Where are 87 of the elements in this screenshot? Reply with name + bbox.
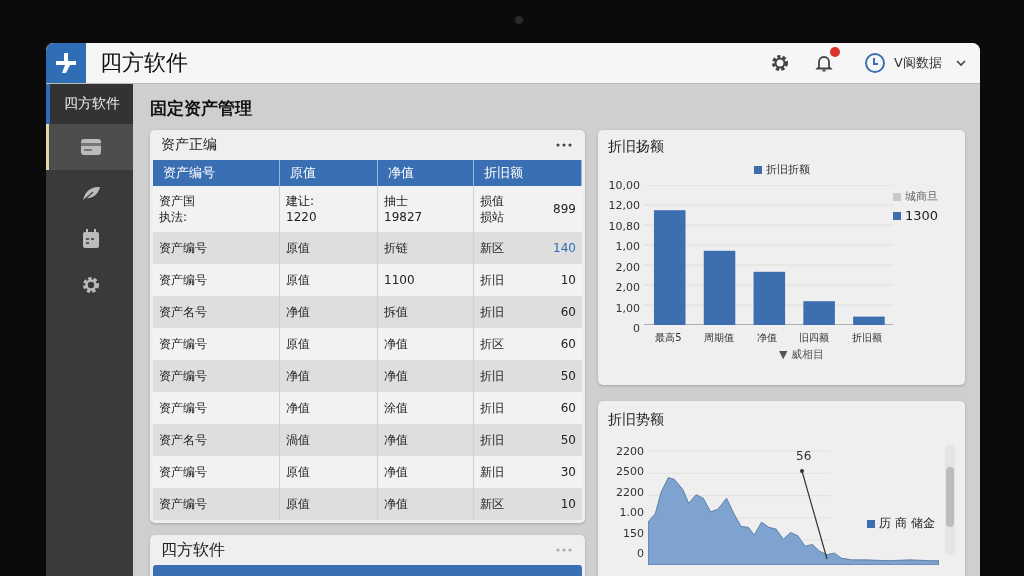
table-cell: 损值 [480,192,504,209]
table-cell: 原值 [286,335,310,353]
table-cell: 原值 [286,239,310,257]
table-cell: 资产名号 [159,431,207,449]
table-cell: 拆值 [384,303,408,321]
table-cell: 资产编号 [159,271,207,289]
table-cell: 原值 [286,271,310,289]
table-cell-text: 抽士 [384,192,409,209]
table-cell: 1220 [286,209,317,226]
user-menu[interactable]: V阆数据 [894,54,942,72]
page-title: 固定资产管理 [150,97,253,120]
amount-text: 30 [560,463,576,481]
table-cell: 资产编号 [159,239,207,257]
table-cell: 折旧 [480,367,504,385]
amount-text: 60 [560,399,576,417]
app-title: 四方软件 [100,49,188,77]
table-cell: 资产编号 [159,335,207,353]
table-cell: 新区 [480,495,504,513]
axis-label: 1,00 [614,240,640,254]
axis-label: 2,00 [614,281,640,295]
axis-label: 10,80 [608,219,640,233]
legend-label: 1300 [905,208,939,223]
table-cell: 原值 [286,495,310,513]
axis-label: 0 [636,546,644,560]
axis-label: 2,00 [614,260,640,274]
amount-text: 899 [553,200,576,218]
axis-label: 150 [622,526,644,540]
axis-label: 2500 [615,465,644,479]
amount-text: 10 [560,271,576,289]
table-cell-text: 执法: [159,209,189,226]
axis-label: 旧四额 [799,331,830,345]
table-cell: 折旧 [480,399,504,417]
axis-label: 10,00 [608,179,640,192]
axis-label: 折旧额 [851,331,882,345]
table-cell: 资产编号 [159,399,207,417]
table-cell: 资产名号 [159,303,207,321]
table-cell: 净值 [286,303,310,321]
legend-label: 历 商 储金 [879,515,935,532]
card-title: 资产正编 [161,136,217,154]
axis-label: 2200 [615,445,644,458]
chart-title: 折旧势额 [608,411,664,427]
table-cell: 19827 [384,209,423,226]
table-cell: 新旧 [480,463,504,481]
axis-label: 1.00 [618,506,644,520]
amount-text: 60 [560,303,576,321]
axis-label: 12,00 [608,199,640,213]
axis-label: 0 [632,321,640,335]
table-cell: 1100 [384,271,415,289]
table-cell: 折旧 [480,271,504,289]
axis-label: 2200 [615,485,644,499]
amount-text: 50 [560,431,576,449]
table-cell: 资产编号 [159,367,207,385]
table-cell: 资产编号 [159,463,207,481]
card-title: 四方软件 [161,539,225,561]
table-cell: 涂值 [384,399,408,417]
table-cell: 资产国 [159,192,195,209]
table-cell: 净值 [286,399,310,417]
amount-text: 10 [560,495,576,513]
table-cell: 净值 [384,431,408,449]
axis-label: 周期值 [704,331,735,345]
table-cell: 折区 [480,335,504,353]
table-cell: 折旧 [480,431,504,449]
sidebar-brand[interactable]: 四方软件 [46,84,133,124]
table-cell: 净值 [384,463,408,481]
table-cell: 资产编号 [159,495,207,513]
axis-title: ▼ 威相目 [778,347,825,362]
axis-label: 净值 [756,331,777,345]
axis-label: 最高5 [655,331,682,345]
amount-text: 140 [553,239,576,257]
amount-text: 50 [560,367,576,385]
annotation-label: 56 [796,449,812,463]
table-cell: 净值 [384,367,408,385]
amount-text: 60 [560,335,576,353]
table-cell: 净值 [384,335,408,353]
chart-title: 折旧扬额 [608,138,665,156]
legend-label: 折旧折额 [765,162,810,177]
table-cell: 原值 [286,463,310,481]
axis-label: 1,00 [614,301,640,315]
legend-label: 城商旦 [905,189,938,204]
table-cell: 折旧 [480,303,504,321]
table-cell-text: 建让: [286,192,316,209]
table-cell: 渦值 [286,431,310,449]
table-cell: 折链 [384,239,408,257]
table-cell: 新区 [480,239,504,257]
table-cell: 净值 [286,367,310,385]
table-cell: 净值 [384,495,408,513]
table-cell: 损站 [480,209,504,226]
